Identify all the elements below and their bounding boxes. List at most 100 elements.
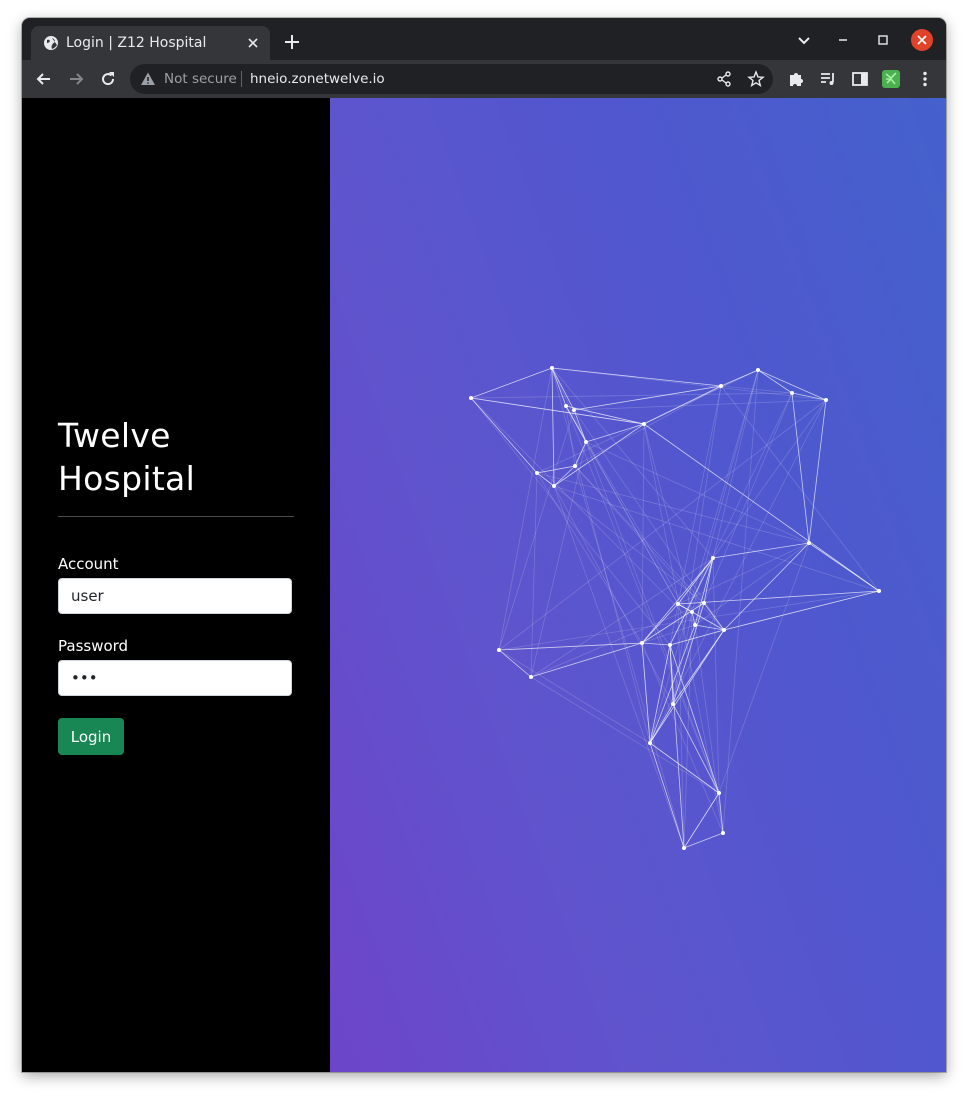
title-line-1: Twelve xyxy=(58,416,171,455)
network-node xyxy=(552,484,556,488)
network-edge xyxy=(723,542,810,631)
login-sidebar: Twelve Hospital Account Password Login xyxy=(22,98,330,1072)
network-edge xyxy=(712,557,720,794)
network-node xyxy=(807,541,811,545)
network-node xyxy=(693,623,697,627)
network-node xyxy=(682,846,686,850)
network-edge xyxy=(712,399,827,559)
plus-icon[interactable] xyxy=(282,32,302,52)
network-edge xyxy=(574,465,725,631)
network-node xyxy=(717,791,721,795)
network-edge xyxy=(694,624,724,834)
network-node xyxy=(668,643,672,647)
tab-login[interactable]: Login | Z12 Hospital xyxy=(31,26,270,60)
warning-icon[interactable] xyxy=(140,71,156,87)
network-edge xyxy=(585,441,679,605)
security-status[interactable]: Not secure xyxy=(164,71,237,87)
network-node xyxy=(824,398,828,402)
network-edge xyxy=(551,367,555,487)
network-edge xyxy=(757,369,793,394)
password-input[interactable] xyxy=(58,660,292,696)
network-node xyxy=(529,675,533,679)
network-edge xyxy=(649,742,720,794)
network-edge xyxy=(498,649,532,678)
browser-toolbar: Not secure hneio.zonetwelve.io xyxy=(22,60,946,98)
close-icon xyxy=(917,35,927,45)
chevron-down-icon[interactable] xyxy=(792,28,816,52)
network-node xyxy=(497,648,501,652)
network-edge xyxy=(691,369,759,613)
network-edge xyxy=(712,542,810,559)
network-node xyxy=(721,831,725,835)
network-edge xyxy=(649,369,759,744)
network-edge xyxy=(565,405,696,626)
network-node xyxy=(535,471,539,475)
network-edge xyxy=(677,542,810,605)
network-edge xyxy=(470,392,793,399)
network-node xyxy=(640,641,644,645)
maximize-icon[interactable] xyxy=(871,28,895,52)
tab-title: Login | Z12 Hospital xyxy=(66,35,207,51)
more-vert-icon[interactable] xyxy=(915,69,935,89)
network-edge xyxy=(649,399,827,744)
network-edge xyxy=(723,590,880,631)
network-node xyxy=(719,384,723,388)
network-edge xyxy=(808,399,827,544)
puzzle-icon[interactable] xyxy=(786,69,806,89)
network-edge xyxy=(551,367,651,744)
network-node xyxy=(756,368,760,372)
account-label: Account xyxy=(58,555,119,573)
network-edge xyxy=(649,742,685,849)
url-text[interactable]: hneio.zonetwelve.io xyxy=(250,71,385,87)
network-edge xyxy=(470,397,696,626)
hero-panel xyxy=(330,98,946,1072)
network-node xyxy=(790,391,794,395)
network-edge xyxy=(683,792,720,849)
forward-icon[interactable] xyxy=(66,69,86,89)
window-close-button[interactable] xyxy=(911,29,933,51)
network-edge xyxy=(470,397,645,425)
star-icon[interactable] xyxy=(747,70,765,88)
minimize-icon[interactable] xyxy=(831,28,855,52)
network-edge xyxy=(677,603,685,849)
network-node xyxy=(469,396,473,400)
network-node xyxy=(584,440,588,444)
browser-window: Login | Z12 Hospital Not secure hneio.zo… xyxy=(22,18,946,1072)
network-node xyxy=(722,628,726,632)
address-bar[interactable]: Not secure hneio.zonetwelve.io xyxy=(130,64,773,94)
login-button[interactable]: Login xyxy=(58,718,124,755)
network-edge xyxy=(683,611,693,849)
side-panel-icon[interactable] xyxy=(850,69,870,89)
media-queue-icon[interactable] xyxy=(818,69,838,89)
network-node xyxy=(564,404,568,408)
extension-icon[interactable] xyxy=(881,69,901,89)
network-node xyxy=(711,556,715,560)
account-input[interactable] xyxy=(58,578,292,614)
network-edge xyxy=(643,369,759,425)
network-edge xyxy=(536,472,810,544)
network-graphic xyxy=(469,366,881,850)
network-edge xyxy=(551,367,827,401)
share-icon[interactable] xyxy=(715,70,733,88)
back-icon[interactable] xyxy=(34,69,54,89)
page-content: Twelve Hospital Account Password Login xyxy=(22,98,946,1072)
network-node xyxy=(642,422,646,426)
network-edge xyxy=(498,367,553,651)
network-edge xyxy=(551,367,567,407)
network-node xyxy=(671,702,675,706)
reload-icon[interactable] xyxy=(98,69,118,89)
password-label: Password xyxy=(58,637,129,655)
network-edge xyxy=(643,423,693,613)
network-edge xyxy=(498,409,575,651)
separator xyxy=(241,71,242,87)
network-edge xyxy=(585,441,720,794)
title-line-2: Hospital xyxy=(58,459,196,498)
close-icon[interactable] xyxy=(245,35,261,51)
network-edge xyxy=(470,397,538,474)
network-node xyxy=(572,408,576,412)
network-edge xyxy=(669,385,722,646)
network-edge xyxy=(669,644,720,794)
network-edge xyxy=(672,385,722,705)
network-node xyxy=(690,610,694,614)
network-node xyxy=(648,741,652,745)
